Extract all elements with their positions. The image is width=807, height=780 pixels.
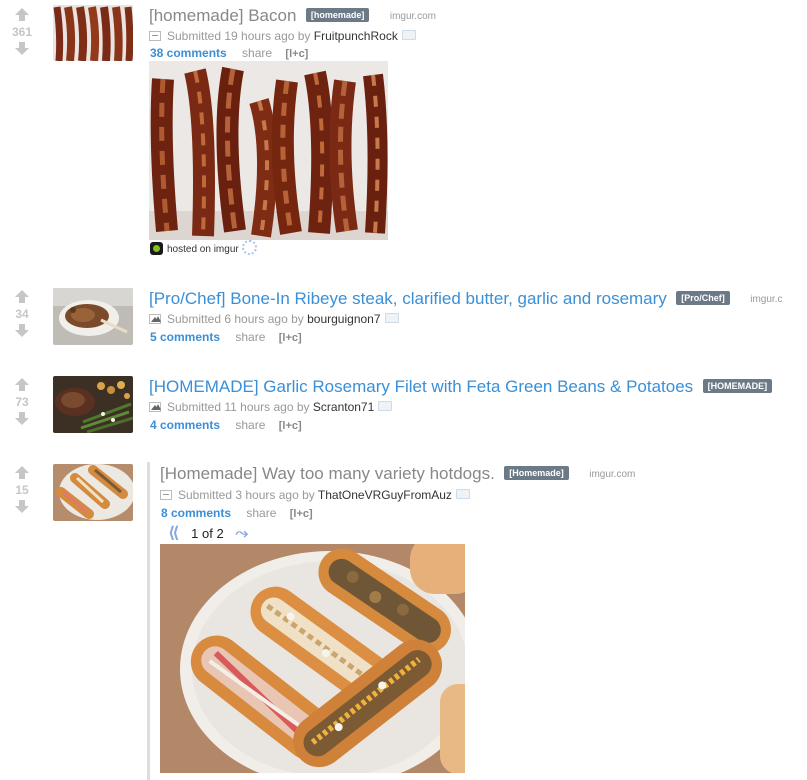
share-link[interactable]: share	[235, 330, 265, 344]
save-icon[interactable]	[384, 313, 399, 323]
post-buttons: 4 comments share [l+c]	[150, 418, 302, 432]
gallery-nav: ⟪ 1 of 2 ⤳	[168, 523, 248, 543]
hosted-on-imgur[interactable]: hosted on imgur	[150, 240, 257, 255]
gear-icon[interactable]	[241, 240, 257, 255]
flair-badge: [Homemade]	[504, 466, 569, 480]
score: 73	[15, 395, 29, 409]
save-icon[interactable]	[378, 401, 393, 411]
save-icon[interactable]	[455, 489, 470, 499]
flair-badge: [Pro/Chef]	[676, 291, 730, 305]
score: 361	[11, 25, 33, 39]
gallery-position: 1 of 2	[191, 526, 224, 541]
comments-link[interactable]: 38 comments	[150, 46, 227, 60]
title-line: [HOMEMADE] Garlic Rosemary Filet with Fe…	[149, 377, 773, 397]
upvote-arrow-icon[interactable]	[15, 466, 29, 480]
share-link[interactable]: share	[242, 46, 272, 60]
post-buttons: 38 comments share [l+c]	[150, 46, 308, 60]
upvote-arrow-icon[interactable]	[15, 290, 29, 304]
submitted-text: Submitted 6 hours ago by	[167, 312, 304, 326]
flair-badge: [homemade]	[305, 8, 370, 22]
lc-link[interactable]: [l+c]	[279, 332, 302, 344]
tagline: Submitted 6 hours ago by bourguignon7	[149, 312, 399, 326]
lc-link[interactable]: [l+c]	[279, 420, 302, 432]
next-arrow-icon[interactable]: ⤳	[235, 525, 248, 542]
share-link[interactable]: share	[235, 418, 265, 432]
share-link[interactable]: share	[246, 506, 276, 520]
post-bacon: 361 [homemade] Bacon [homemade] imgur.co…	[0, 0, 807, 270]
lc-link[interactable]: [l+c]	[285, 48, 308, 60]
downvote-arrow-icon[interactable]	[15, 42, 29, 56]
author-link[interactable]: Scranton71	[313, 400, 374, 414]
vote-box: 73	[0, 378, 44, 426]
title-line: [homemade] Bacon [homemade] imgur.com	[149, 6, 436, 26]
hosted-text: hosted on imgur	[167, 244, 239, 255]
post-hotdogs: 15 [Homemade] Way too many variety hotdo…	[0, 458, 807, 780]
flair-badge: [HOMEMADE]	[702, 379, 773, 393]
domain-link[interactable]: imgur.com	[390, 11, 436, 22]
domain-link[interactable]: imgur.com	[589, 469, 635, 480]
post-title[interactable]: [Homemade] Way too many variety hotdogs.	[160, 464, 495, 483]
lc-link[interactable]: [l+c]	[290, 508, 313, 520]
post-filet: 73 [HOMEMADE] Garlic Rosemary Filet with…	[0, 370, 807, 440]
collapse-expando-icon[interactable]	[160, 490, 172, 500]
score: 15	[15, 483, 29, 497]
domain-link[interactable]: imgur.c	[750, 294, 782, 305]
score: 34	[15, 307, 29, 321]
tagline: Submitted 19 hours ago by FruitpunchRock	[149, 29, 416, 43]
image-expando-icon[interactable]	[149, 402, 161, 412]
thumbnail[interactable]	[53, 376, 133, 433]
expanded-image[interactable]	[149, 61, 388, 240]
title-line: [Pro/Chef] Bone-In Ribeye steak, clarifi…	[149, 289, 782, 309]
downvote-arrow-icon[interactable]	[15, 324, 29, 338]
thumbnail[interactable]	[53, 5, 133, 61]
author-link[interactable]: bourguignon7	[307, 312, 380, 326]
vote-box: 34	[0, 290, 44, 338]
author-link[interactable]: ThatOneVRGuyFromAuz	[318, 488, 452, 502]
prev-arrow-icon[interactable]: ⟪	[168, 525, 180, 542]
save-icon[interactable]	[401, 30, 416, 40]
post-title[interactable]: [HOMEMADE] Garlic Rosemary Filet with Fe…	[149, 377, 693, 396]
post-buttons: 8 comments share [l+c]	[161, 506, 313, 520]
gallery-image[interactable]	[160, 544, 465, 773]
upvote-arrow-icon[interactable]	[15, 8, 29, 22]
downvote-arrow-icon[interactable]	[15, 412, 29, 426]
imgur-logo-icon	[150, 242, 163, 255]
comments-link[interactable]: 4 comments	[150, 418, 220, 432]
post-buttons: 5 comments share [l+c]	[150, 330, 302, 344]
thumbnail[interactable]	[53, 464, 133, 521]
tagline: Submitted 11 hours ago by Scranton71	[149, 400, 393, 414]
image-expando-icon[interactable]	[149, 314, 161, 324]
author-link[interactable]: FruitpunchRock	[314, 29, 398, 43]
tagline: Submitted 3 hours ago by ThatOneVRGuyFro…	[160, 488, 470, 502]
submitted-text: Submitted 11 hours ago by	[167, 400, 310, 414]
submitted-text: Submitted 3 hours ago by	[178, 488, 315, 502]
comments-link[interactable]: 8 comments	[161, 506, 231, 520]
upvote-arrow-icon[interactable]	[15, 378, 29, 392]
post-title[interactable]: [homemade] Bacon	[149, 6, 296, 25]
vote-box: 15	[0, 466, 44, 514]
thumbnail[interactable]	[53, 288, 133, 345]
comments-link[interactable]: 5 comments	[150, 330, 220, 344]
collapse-expando-icon[interactable]	[149, 31, 161, 41]
post-ribeye: 34 [Pro/Chef] Bone-In Ribeye steak, clar…	[0, 282, 807, 352]
post-title[interactable]: [Pro/Chef] Bone-In Ribeye steak, clarifi…	[149, 289, 667, 308]
downvote-arrow-icon[interactable]	[15, 500, 29, 514]
gallery-container	[147, 462, 151, 780]
title-line: [Homemade] Way too many variety hotdogs.…	[160, 464, 635, 484]
vote-box: 361	[0, 8, 44, 56]
submitted-text: Submitted 19 hours ago by	[167, 29, 311, 43]
